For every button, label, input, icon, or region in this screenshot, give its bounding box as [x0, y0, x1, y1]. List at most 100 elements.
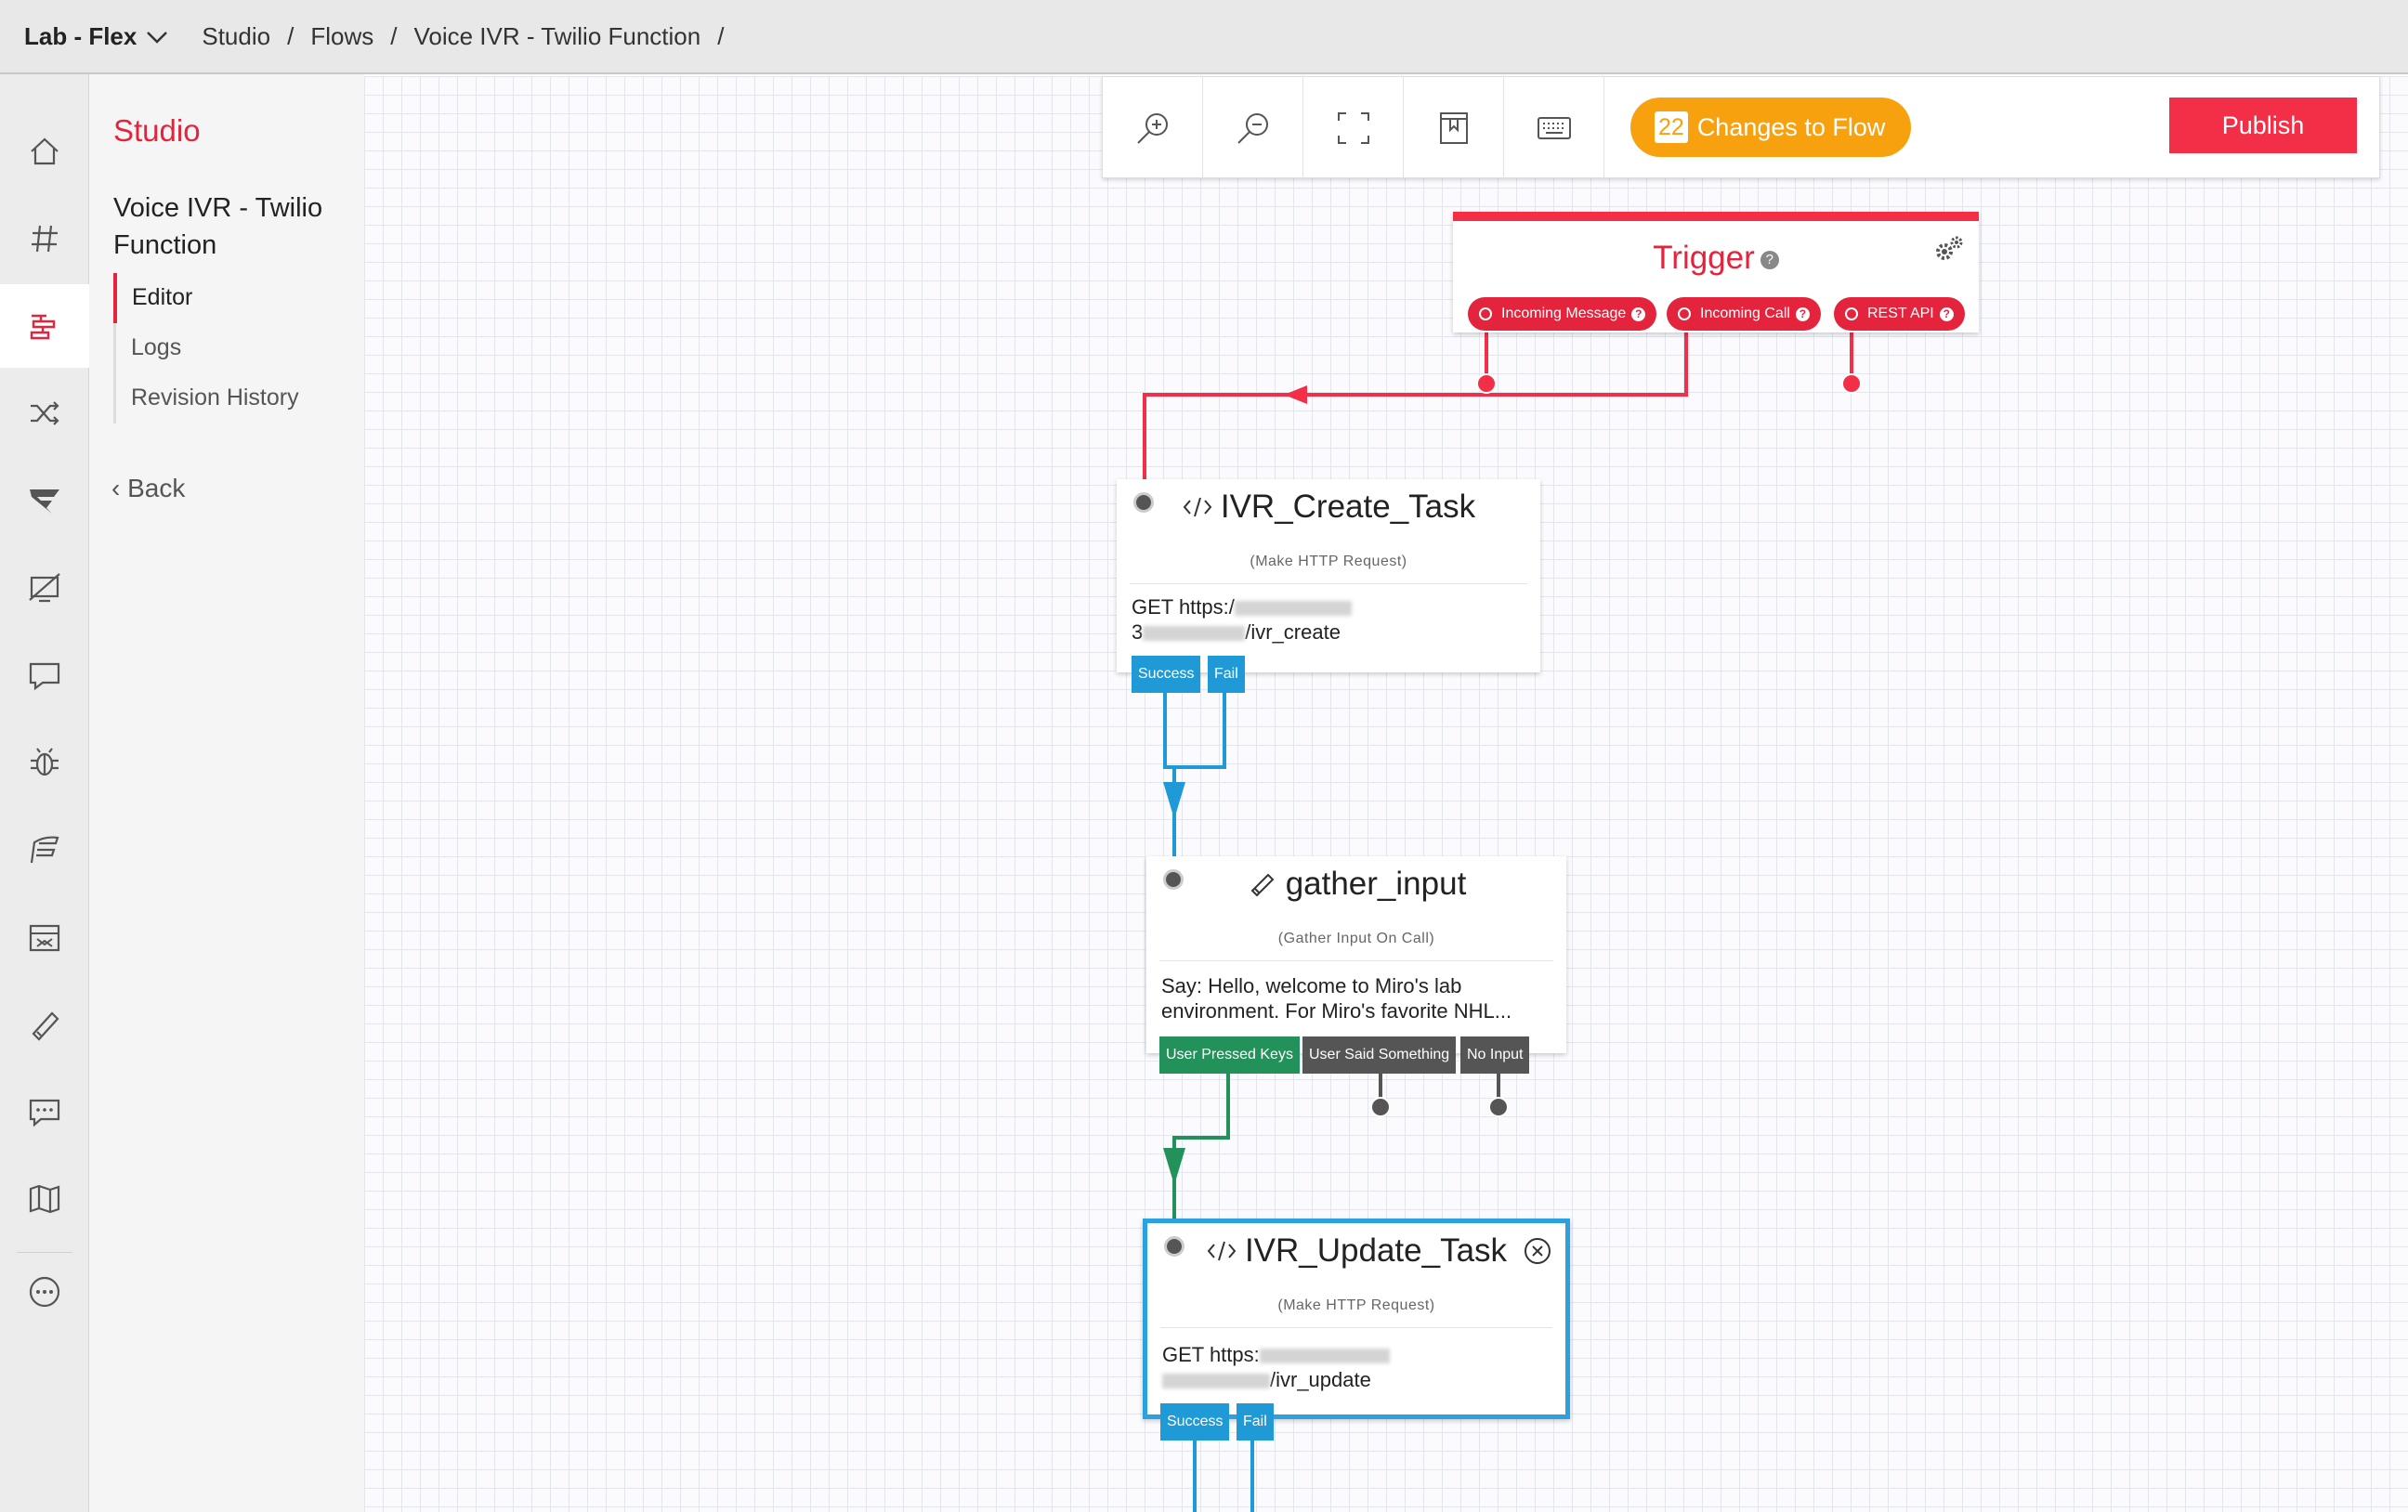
node-title: IVR_Update_Task [1147, 1232, 1565, 1270]
keyboard-icon[interactable] [1504, 77, 1604, 179]
node-divider [1160, 1327, 1552, 1328]
help-icon[interactable]: ? [1760, 250, 1779, 269]
trigger-port-incoming-call[interactable]: Incoming Call ? [1667, 297, 1821, 331]
account-switcher[interactable]: Lab - Flex [24, 22, 202, 51]
monitor-icon[interactable] [0, 546, 89, 630]
port-user-said-something[interactable]: User Said Something [1302, 1036, 1457, 1074]
phone-icon [1250, 873, 1275, 897]
redacted-url [1162, 1374, 1270, 1389]
bug-icon[interactable] [0, 721, 89, 804]
widget-library-icon[interactable] [1404, 77, 1504, 179]
breadcrumb-studio[interactable]: Studio [202, 22, 270, 51]
help-icon[interactable]: ? [1795, 306, 1810, 321]
node-body-line: GET https: [1162, 1343, 1260, 1366]
chevron-left-icon: ‹ [111, 474, 121, 502]
trigger-port-rest-api[interactable]: REST API ? [1834, 297, 1965, 331]
port-fail[interactable]: Fail [1237, 1403, 1274, 1440]
node-subtitle: (Gather Input On Call) [1277, 931, 1435, 946]
redacted-url [1259, 1349, 1390, 1364]
close-icon[interactable] [1523, 1236, 1552, 1271]
node-divider [1159, 960, 1553, 961]
account-name: Lab - Flex [24, 21, 137, 50]
node-divider [1130, 583, 1527, 584]
trigger-title: Trigger? [1453, 240, 1979, 277]
port-label: Incoming Message [1501, 306, 1627, 321]
node-title: gather_input [1146, 866, 1566, 903]
icon-rail [0, 74, 89, 1512]
port-circle-icon [1678, 307, 1691, 320]
widget-ivr-update-task[interactable]: IVR_Update_Task (Make HTTP Request) GET … [1143, 1219, 1570, 1440]
code-icon [1207, 1241, 1237, 1261]
sidebar-nav: Editor Logs Revision History [113, 273, 336, 424]
map-icon[interactable] [0, 1157, 89, 1241]
back-label: Back [127, 474, 186, 502]
node-body: Say: Hello, welcome to Miro's lab enviro… [1161, 973, 1553, 1023]
node-body: GET https:/ 3/ivr_create [1132, 594, 1527, 645]
top-bar: Lab - Flex Studio / Flows / Voice IVR - … [0, 0, 2408, 74]
studio-flow-icon[interactable] [0, 284, 89, 368]
changes-label: Changes to Flow [1696, 112, 1886, 141]
node-title-text: IVR_Create_Task [1220, 489, 1476, 525]
port-circle-icon [1479, 307, 1492, 320]
trigger-widget[interactable]: Trigger? Incoming Message ? Incoming Cal… [1453, 212, 1979, 332]
help-icon[interactable]: ? [1631, 306, 1646, 321]
sidebar-item-editor[interactable]: Editor [113, 273, 336, 323]
hashtag-icon[interactable] [0, 197, 89, 280]
node-subtitle: (Make HTTP Request) [1277, 1297, 1435, 1313]
sidebar-item-logs[interactable]: Logs [113, 323, 336, 373]
more-icon[interactable] [0, 1250, 89, 1334]
sidebar-item-revision-history[interactable]: Revision History [113, 373, 336, 424]
node-body-line: environment. For Miro's favorite NHL... [1161, 999, 1512, 1023]
widget-gather-input[interactable]: gather_input (Gather Input On Call) Say:… [1146, 856, 1566, 1074]
chevron-down-icon [146, 22, 168, 51]
code-icon [1183, 497, 1212, 517]
message-icon[interactable] [0, 1070, 89, 1154]
redacted-url [1234, 601, 1352, 617]
home-icon[interactable] [0, 110, 89, 193]
zoom-out-icon[interactable] [1203, 77, 1303, 179]
flex-icon[interactable] [0, 459, 89, 542]
changes-to-flow-button[interactable]: 22 Changes to Flow [1630, 98, 1911, 157]
changes-count: 22 [1655, 111, 1688, 143]
section-title: Studio [113, 113, 201, 148]
help-icon[interactable]: ? [1939, 306, 1954, 321]
breadcrumb-separator: / [390, 21, 398, 50]
node-title-text: gather_input [1285, 866, 1467, 902]
breadcrumb-separator: / [287, 21, 294, 50]
trigger-label: Trigger [1653, 240, 1755, 276]
node-body-line: /ivr_create [1245, 620, 1341, 644]
wing-icon[interactable] [0, 808, 89, 892]
widget-ivr-create-task[interactable]: IVR_Create_Task (Make HTTP Request) GET … [1117, 479, 1540, 693]
node-body-line: GET https:/ [1132, 595, 1235, 619]
back-link[interactable]: ‹ Back [111, 474, 185, 503]
phone-icon[interactable] [0, 983, 89, 1066]
breadcrumb-flow-name[interactable]: Voice IVR - Twilio Function [413, 22, 700, 51]
node-body-prefix: 3 [1132, 620, 1144, 644]
trigger-port-incoming-message[interactable]: Incoming Message ? [1468, 297, 1657, 331]
studio-sidebar: Studio Voice IVR - Twilio Function Edito… [89, 74, 364, 1512]
port-no-input[interactable]: No Input [1460, 1036, 1530, 1074]
flow-name: Voice IVR - Twilio Function [113, 193, 323, 260]
port-circle-icon [1845, 307, 1858, 320]
sync-icon[interactable] [0, 895, 89, 979]
node-body-line: Say: Hello, welcome to Miro's lab [1161, 974, 1462, 997]
port-user-pressed-keys[interactable]: User Pressed Keys [1159, 1036, 1300, 1074]
publish-button[interactable]: Publish [2169, 98, 2357, 153]
port-success[interactable]: Success [1160, 1403, 1230, 1440]
breadcrumb-flows[interactable]: Flows [310, 22, 373, 51]
gear-icon[interactable] [1932, 234, 1966, 268]
port-label: Incoming Call [1700, 306, 1790, 321]
chat-icon[interactable] [0, 633, 89, 717]
breadcrumb-separator: / [717, 21, 725, 50]
canvas-toolbar: 22 Changes to Flow Publish [1102, 76, 2380, 179]
node-title-text: IVR_Update_Task [1244, 1232, 1508, 1269]
node-title: IVR_Create_Task [1117, 489, 1540, 526]
port-fail[interactable]: Fail [1208, 656, 1245, 693]
node-body-line: /ivr_update [1270, 1368, 1371, 1391]
shuffle-icon[interactable] [0, 371, 89, 455]
fit-screen-icon[interactable] [1303, 77, 1404, 179]
node-subtitle: (Make HTTP Request) [1250, 554, 1407, 569]
node-body: GET https: /ivr_update [1162, 1342, 1552, 1392]
port-success[interactable]: Success [1132, 656, 1201, 693]
zoom-in-icon[interactable] [1103, 77, 1203, 179]
